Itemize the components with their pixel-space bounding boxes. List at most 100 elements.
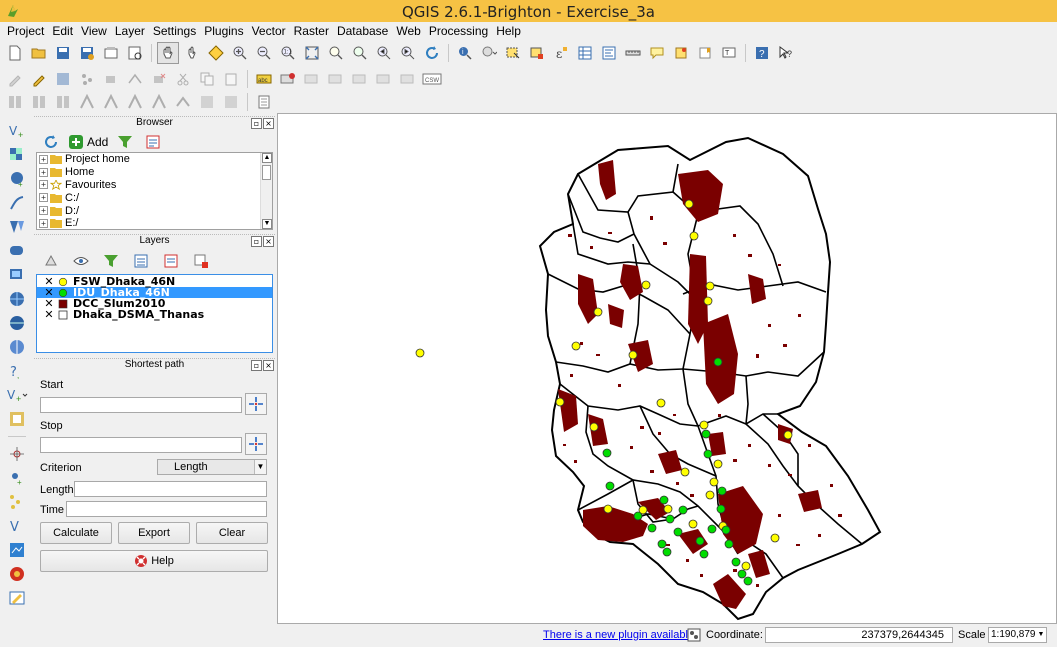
- add-wfs2-layer-icon[interactable]: [5, 336, 29, 358]
- tree-item-project-home[interactable]: + Project home: [37, 153, 272, 166]
- menu-help[interactable]: Help: [492, 24, 525, 38]
- close-panel-icon[interactable]: ×: [263, 236, 274, 247]
- float-panel-icon[interactable]: ▫: [251, 236, 262, 247]
- zoom-scale-icon[interactable]: 1:1: [277, 42, 299, 64]
- filter-legend-icon[interactable]: [100, 250, 122, 272]
- add-delimited-text-icon[interactable]: ?,: [5, 360, 29, 382]
- menu-edit[interactable]: Edit: [48, 24, 77, 38]
- pick-stop-button[interactable]: [245, 433, 267, 455]
- node-tool-icon[interactable]: [124, 68, 146, 90]
- layer-labeling-icon[interactable]: abc: [253, 68, 275, 90]
- stop-input[interactable]: [40, 437, 242, 453]
- scale-combobox[interactable]: 1:190,879 ▼: [988, 627, 1047, 643]
- close-panel-icon[interactable]: ×: [263, 118, 274, 129]
- pick-start-button[interactable]: [245, 393, 267, 415]
- georeferencer-icon[interactable]: [5, 408, 29, 430]
- gps-icon[interactable]: +: [5, 467, 29, 489]
- layer-visibility-checkbox[interactable]: ✕: [43, 309, 55, 320]
- add-mssql-layer-icon[interactable]: [5, 216, 29, 238]
- change-label-icon[interactable]: [373, 68, 395, 90]
- close-panel-icon[interactable]: ×: [263, 360, 274, 371]
- identify-features-icon[interactable]: i: [454, 42, 476, 64]
- new-print-composer-icon[interactable]: [100, 42, 122, 64]
- pan-map-to-selection-icon[interactable]: [205, 42, 227, 64]
- scroll-up-icon[interactable]: ▲: [262, 153, 272, 163]
- refresh-icon[interactable]: [421, 42, 443, 64]
- db-tool-8-icon[interactable]: [172, 91, 194, 113]
- save-edits-icon[interactable]: [52, 68, 74, 90]
- add-postgis-layer-icon[interactable]: +: [5, 168, 29, 190]
- show-bookmarks-icon[interactable]: [694, 42, 716, 64]
- coordinate-field[interactable]: 237379,2644345: [765, 627, 953, 643]
- toggle-extents-icon[interactable]: [687, 628, 701, 642]
- pin-labels-icon[interactable]: [277, 68, 299, 90]
- composer-manager-icon[interactable]: [124, 42, 146, 64]
- menu-raster[interactable]: Raster: [290, 24, 333, 38]
- collapse-all-icon[interactable]: [160, 250, 182, 272]
- measure-line-icon[interactable]: [622, 42, 644, 64]
- menu-plugins[interactable]: Plugins: [200, 24, 247, 38]
- zoom-full-icon[interactable]: [301, 42, 323, 64]
- delimited-layer-icon[interactable]: V: [5, 515, 29, 537]
- db-tool-9-icon[interactable]: [196, 91, 218, 113]
- db-tool-6-icon[interactable]: [124, 91, 146, 113]
- edit-layer-icon[interactable]: [5, 587, 29, 609]
- expand-all-icon[interactable]: [130, 250, 152, 272]
- highlight-pinned-icon[interactable]: [301, 68, 323, 90]
- map-canvas[interactable]: [277, 113, 1057, 624]
- coordinate-capture-icon[interactable]: [5, 491, 29, 513]
- menu-web[interactable]: Web: [392, 24, 424, 38]
- expand-icon[interactable]: +: [39, 167, 48, 177]
- add-wms-layer-icon[interactable]: [5, 264, 29, 286]
- expand-icon[interactable]: +: [39, 154, 48, 164]
- add-layer-button[interactable]: Add: [68, 134, 108, 150]
- add-vector-layer-icon[interactable]: V +: [5, 120, 29, 142]
- zoom-next-icon[interactable]: [397, 42, 419, 64]
- open-project-icon[interactable]: [28, 42, 50, 64]
- db-tool-10-icon[interactable]: [220, 91, 242, 113]
- zoom-to-selection-icon[interactable]: [325, 42, 347, 64]
- scroll-thumb[interactable]: [262, 165, 271, 180]
- expand-icon[interactable]: +: [39, 193, 48, 203]
- add-wfs-layer-icon[interactable]: [5, 312, 29, 334]
- expand-icon[interactable]: +: [39, 180, 48, 190]
- add-feature-icon[interactable]: [76, 68, 98, 90]
- help-contents-icon[interactable]: ?: [751, 42, 773, 64]
- expand-icon[interactable]: +: [39, 206, 48, 216]
- select-features-icon[interactable]: [502, 42, 524, 64]
- remove-layer-icon[interactable]: [190, 250, 212, 272]
- refresh-icon[interactable]: [40, 131, 62, 153]
- export-button[interactable]: Export: [118, 522, 190, 544]
- menu-vector[interactable]: Vector: [248, 24, 290, 38]
- zoom-in-icon[interactable]: [229, 42, 251, 64]
- zoom-last-icon[interactable]: [373, 42, 395, 64]
- print-icon[interactable]: [253, 91, 275, 113]
- copy-features-icon[interactable]: [196, 68, 218, 90]
- db-tool-7-icon[interactable]: [148, 91, 170, 113]
- paste-features-icon[interactable]: [220, 68, 242, 90]
- oracle-spatial-icon[interactable]: [5, 563, 29, 585]
- clear-button[interactable]: Clear: [196, 522, 268, 544]
- add-raster-layer-icon[interactable]: [5, 144, 29, 166]
- save-as-icon[interactable]: [76, 42, 98, 64]
- show-hide-labels-icon[interactable]: [397, 68, 419, 90]
- time-field[interactable]: [66, 501, 267, 517]
- move-feature-icon[interactable]: [100, 68, 122, 90]
- menu-layer[interactable]: Layer: [111, 24, 149, 38]
- scroll-down-icon[interactable]: ▼: [262, 219, 272, 229]
- db-tool-5-icon[interactable]: [100, 91, 122, 113]
- float-panel-icon[interactable]: ▫: [251, 360, 262, 371]
- pan-to-selection-icon[interactable]: [181, 42, 203, 64]
- capture-point-icon[interactable]: [5, 443, 29, 465]
- rotate-label-icon[interactable]: [349, 68, 371, 90]
- collapse-all-icon[interactable]: [142, 131, 164, 153]
- filter-icon[interactable]: [114, 131, 136, 153]
- add-spatialite-layer-icon[interactable]: [5, 192, 29, 214]
- menu-project[interactable]: Project: [3, 24, 48, 38]
- csw-icon[interactable]: CSW: [421, 68, 443, 90]
- new-project-icon[interactable]: [4, 42, 26, 64]
- toggle-editing-icon[interactable]: [28, 68, 50, 90]
- grass-icon[interactable]: [5, 539, 29, 561]
- zoom-to-layer-icon[interactable]: [349, 42, 371, 64]
- move-label-icon[interactable]: [325, 68, 347, 90]
